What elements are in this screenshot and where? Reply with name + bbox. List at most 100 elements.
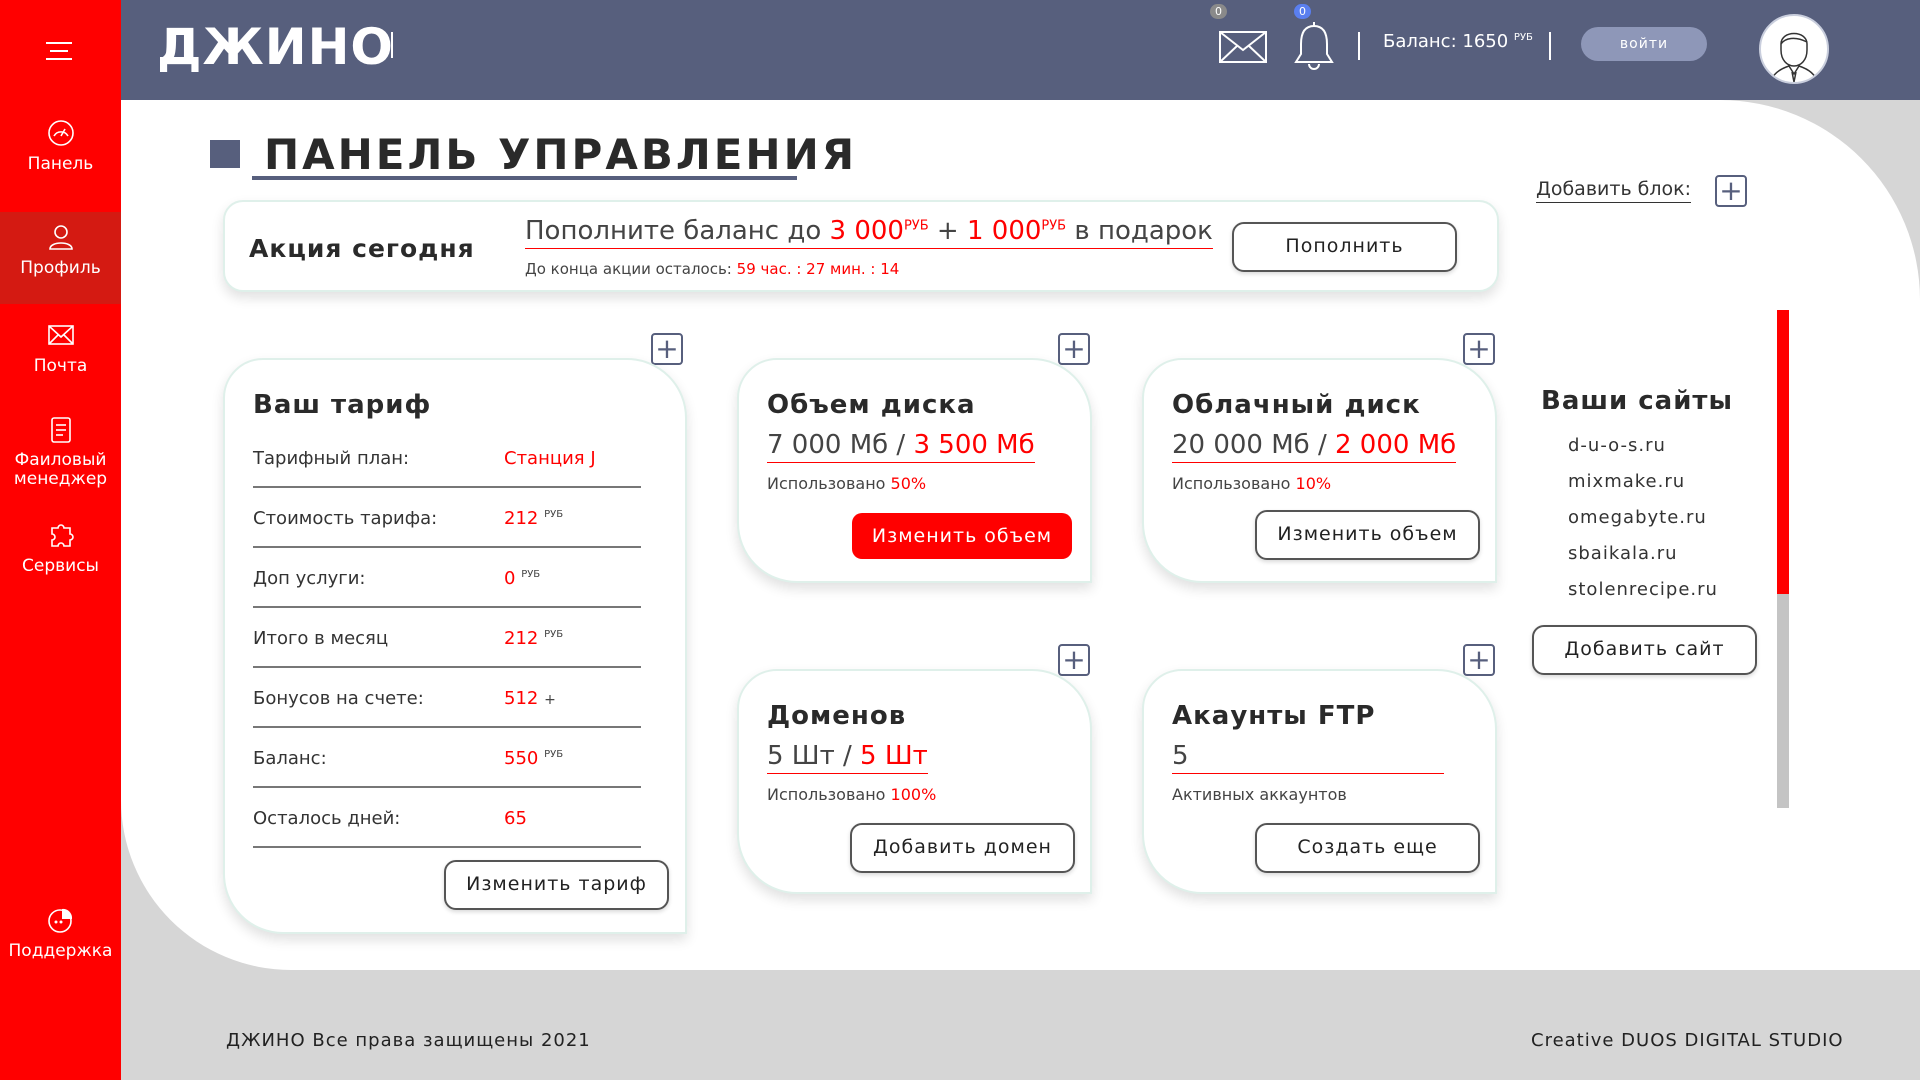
disk-usage: Использовано 50% — [767, 474, 927, 493]
promo-unit: РУБ — [903, 218, 929, 234]
tariff-row-label: Баланс: — [253, 748, 327, 769]
cloud-value: 20 000 Мб / 2 000 Мб — [1172, 430, 1457, 463]
promo-amount-2: 1 000 — [966, 216, 1042, 246]
balance-label: Баланс: 1650 — [1383, 31, 1509, 52]
sites-title: Ваши сайты — [1541, 386, 1733, 416]
domains-add-plus-icon[interactable]: + — [1058, 644, 1090, 676]
tariff-row-label: Стоимость тарифа: — [253, 508, 438, 529]
domains-value: 5 Шт / 5 Шт — [767, 741, 928, 774]
cloud-title: Облачный диск — [1172, 390, 1421, 420]
tariff-row-value: 0 РУБ — [504, 568, 541, 589]
user-avatar-icon — [1770, 32, 1818, 82]
disk-card: Объем диска 7 000 Мб / 3 500 Мб Использо… — [737, 358, 1092, 583]
tariff-row-label: Бонусов на счете: — [253, 688, 424, 709]
site-link[interactable]: d-u-o-s.ru — [1568, 435, 1666, 456]
sidebar-item-label-line2: менеджер — [13, 469, 108, 489]
add-block-plus-icon[interactable]: + — [1715, 175, 1747, 207]
mail-icon[interactable] — [1218, 30, 1268, 64]
hamburger-menu-icon[interactable] — [46, 42, 72, 64]
promo-timer-label: До конца акции осталось: — [525, 260, 732, 278]
cloud-disk-card: Облачный диск 20 000 Мб / 2 000 Мб Испол… — [1142, 358, 1497, 583]
create-ftp-button[interactable]: Создать еще — [1255, 823, 1480, 873]
avatar[interactable] — [1759, 14, 1829, 84]
domains-usage: Использовано 100% — [767, 785, 937, 804]
ftp-title: Акаунты FTP — [1172, 701, 1376, 731]
sidebar-item-label: Сервисы — [22, 556, 99, 576]
sidebar-item-panel[interactable]: Панель — [0, 118, 121, 208]
topup-button[interactable]: Пополнить — [1232, 222, 1457, 272]
bell-icon[interactable] — [1293, 22, 1335, 72]
site-link[interactable]: mixmake.ru — [1568, 471, 1685, 492]
logo[interactable]: ДЖИНО — [157, 18, 394, 76]
tariff-row-value: 212 РУБ — [504, 628, 564, 649]
ftp-active-label: Активных аккаунтов — [1172, 785, 1347, 804]
sidebar-item-services[interactable]: Сервисы — [0, 520, 121, 590]
divider — [391, 32, 393, 58]
tariff-title: Ваш тариф — [253, 390, 432, 420]
sidebar-item-support[interactable]: Поддержка — [0, 905, 121, 975]
disk-add-plus-icon[interactable]: + — [1058, 333, 1090, 365]
promo-unit: РУБ — [1041, 218, 1067, 234]
tariff-row-value: 212 РУБ — [504, 508, 564, 529]
sidebar-item-label: Поддержка — [8, 941, 113, 961]
tariff-row: Баланс: 550 РУБ — [253, 728, 641, 788]
sidebar-item-profile[interactable]: Профиль — [0, 212, 121, 304]
site-link[interactable]: omegabyte.ru — [1568, 507, 1707, 528]
divider — [1549, 32, 1551, 60]
promo-amount-1: 3 000 — [829, 216, 904, 246]
tariff-row: Тарифный план: Станция J — [253, 428, 641, 488]
dashboard-gauge-icon — [47, 120, 74, 146]
ftp-value: 5 — [1172, 741, 1444, 774]
site-link[interactable]: stolenrecipe.ru — [1568, 579, 1718, 600]
promo-timer: До конца акции осталось: 59 час. : 27 ми… — [525, 260, 899, 278]
add-domain-button[interactable]: Добавить домен — [850, 823, 1075, 873]
tariff-row-label: Итого в месяц — [253, 628, 389, 649]
tariff-row: Стоимость тарифа: 212 РУБ — [253, 488, 641, 548]
sidebar-item-mail[interactable]: Почта — [0, 320, 121, 390]
top-header: ДЖИНО 0 0 Баланс: 1650 РУБ войти — [121, 0, 1920, 100]
sidebar-item-label: Панель — [27, 154, 94, 174]
support-chat-icon — [47, 908, 72, 933]
change-cloud-volume-button[interactable]: Изменить объем — [1255, 510, 1480, 560]
footer-credits[interactable]: Creative DUOS DIGITAL STUDIO — [1531, 1030, 1844, 1051]
promo-plus: + — [936, 216, 959, 246]
sites-scrollbar-thumb[interactable] — [1777, 310, 1789, 594]
sidebar-item-file-manager[interactable]: Фаиловый менеджер — [0, 415, 121, 505]
puzzle-icon — [50, 524, 74, 547]
domains-card: Доменов 5 Шт / 5 Шт Использовано 100% До… — [737, 669, 1092, 894]
tariff-row-label: Тарифный план: — [253, 448, 410, 469]
disk-value: 7 000 Мб / 3 500 Мб — [767, 430, 1035, 463]
tariff-add-plus-icon[interactable]: + — [651, 333, 683, 365]
balance-unit: РУБ — [1513, 32, 1533, 43]
site-link[interactable]: sbaikala.ru — [1568, 543, 1678, 564]
promo-text-prefix: Пополните баланс до — [525, 216, 822, 246]
promo-text-suffix: в подарок — [1074, 216, 1213, 246]
tariff-row: Итого в месяц 212 РУБ — [253, 608, 641, 668]
tariff-row: Осталось дней: 65 — [253, 788, 641, 848]
tariff-card: Ваш тариф Тарифный план: Станция J Стоимо… — [223, 358, 687, 934]
change-tariff-button[interactable]: Изменить тариф — [444, 860, 669, 910]
ftp-card: Акаунты FTP 5 Активных аккаунтов Создать… — [1142, 669, 1497, 894]
tariff-row-label: Доп услуги: — [253, 568, 366, 589]
add-block-label[interactable]: Добавить блок: — [1536, 178, 1692, 203]
ftp-add-plus-icon[interactable]: + — [1463, 644, 1495, 676]
sidebar-item-label: Профиль — [20, 258, 101, 278]
domains-title: Доменов — [767, 701, 907, 731]
tariff-row-value: 512 + — [504, 688, 556, 709]
title-underline — [252, 176, 797, 180]
add-site-button[interactable]: Добавить сайт — [1532, 625, 1757, 675]
mail-icon — [47, 325, 74, 345]
tariff-row-value: 550 РУБ — [504, 748, 564, 769]
sidebar-item-label: Почта — [33, 356, 88, 376]
change-disk-volume-button[interactable]: Изменить объем — [852, 513, 1072, 559]
cloud-usage: Использовано 10% — [1172, 474, 1332, 493]
login-button[interactable]: войти — [1581, 27, 1707, 61]
cloud-add-plus-icon[interactable]: + — [1463, 333, 1495, 365]
footer-copyright: ДЖИНО Все права защищены 2021 — [226, 1030, 591, 1051]
document-icon — [50, 417, 71, 443]
notification-count-badge: 0 — [1294, 4, 1311, 19]
promo-timer-value: 59 час. : 27 мин. : 14 — [736, 260, 900, 278]
promo-banner: Акция сегодня Пополните баланс до 3 000Р… — [223, 200, 1499, 292]
user-icon — [48, 225, 73, 250]
tariff-row-value: Станция J — [504, 448, 596, 469]
